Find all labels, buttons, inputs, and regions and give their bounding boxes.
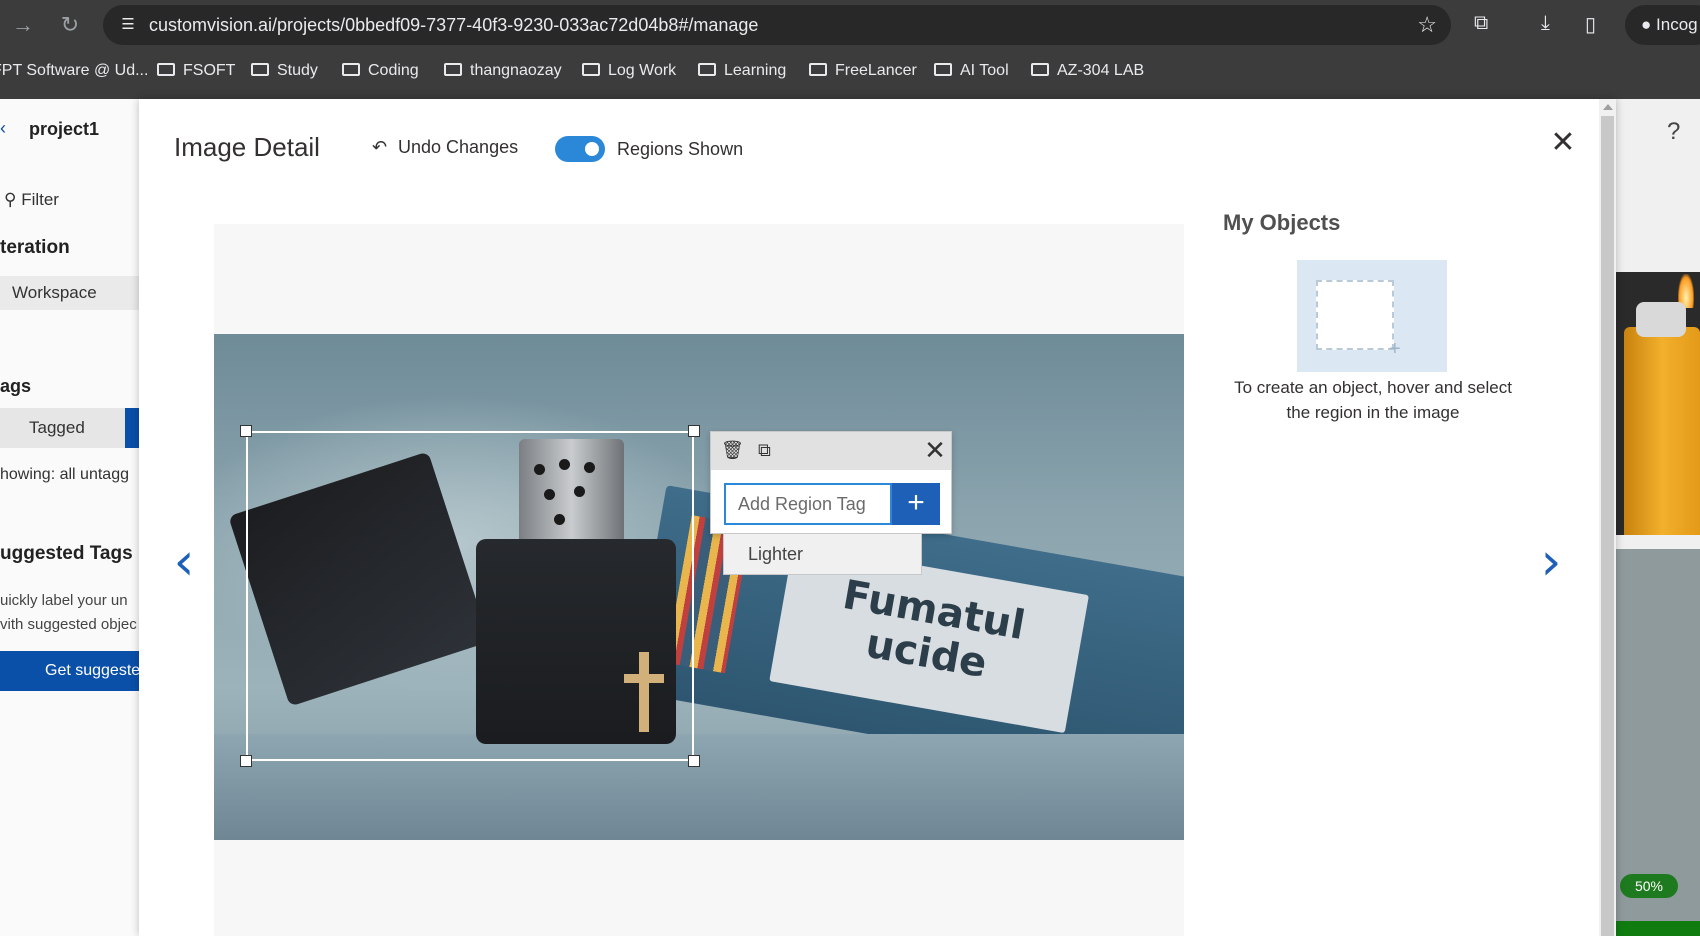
side-panel-icon[interactable]: ▯ (1585, 12, 1596, 37)
progress-strip (1616, 921, 1700, 936)
folder-icon (157, 63, 175, 76)
folder-icon (582, 63, 600, 76)
bookmark-folder[interactable]: FSOFT (157, 62, 235, 80)
bookmark-star-icon[interactable]: ☆ (1417, 12, 1437, 38)
regions-shown-toggle[interactable] (555, 136, 605, 162)
bookmark-folder[interactable]: FreeLancer (809, 62, 917, 80)
image-thumbnail[interactable] (1616, 272, 1700, 535)
regions-shown-label: Regions Shown (617, 139, 744, 159)
folder-icon (809, 63, 827, 76)
filter-icon: ⚲ (4, 190, 22, 209)
background-gallery: ? 50% (1616, 99, 1700, 936)
showing-text: howing: all untagg (0, 466, 129, 483)
browser-toolbar: → ↻ ☰ customvision.ai/projects/0bbedf09-… (0, 0, 1700, 52)
folder-icon (698, 63, 716, 76)
image-detail-modal: Image Detail ↶ Undo Changes Regions Shown… (139, 99, 1616, 936)
folder-icon (1031, 63, 1049, 76)
background-sidebar: ‹ project1 ⚲ Filter teration Workspace a… (0, 99, 139, 936)
bookmark-folder[interactable]: Study (251, 62, 318, 80)
next-image-icon[interactable]: › (1536, 536, 1566, 589)
extensions-icon[interactable]: ⧉ (1474, 12, 1488, 35)
site-info-icon[interactable]: ☰ (117, 14, 139, 36)
folder-icon (444, 63, 462, 76)
tagged-tab[interactable]: Tagged (0, 408, 125, 448)
folder-icon (934, 63, 952, 76)
undo-icon: ↶ (372, 137, 388, 157)
resize-handle[interactable] (688, 755, 700, 767)
bookmark-folder[interactable]: AZ-304 LAB (1031, 62, 1144, 80)
forward-icon[interactable]: → (8, 10, 38, 40)
get-suggested-button[interactable]: Get suggeste (0, 651, 139, 691)
modal-title: Image Detail (174, 132, 320, 162)
iteration-heading: teration (0, 237, 70, 258)
bookmark-folder[interactable]: Coding (342, 62, 419, 80)
project-name: project1 (29, 119, 100, 139)
incognito-label: Incog (1656, 15, 1698, 34)
tags-heading: ags (0, 376, 32, 396)
copy-region-icon[interactable]: ⧉ (758, 440, 780, 462)
back-arrow-icon[interactable]: ‹ (0, 118, 6, 139)
region-box[interactable] (246, 431, 694, 761)
suggested-description: vith suggested objec (0, 616, 137, 633)
confidence-badge: 50% (1620, 874, 1678, 898)
browser-chrome: → ↻ ☰ customvision.ai/projects/0bbedf09-… (0, 0, 1700, 99)
my-objects-hint: To create an object, hover and select th… (1234, 378, 1512, 422)
close-icon[interactable]: ✕ (923, 436, 947, 464)
bookmark-folder[interactable]: Log Work (582, 62, 676, 80)
popup-toolbar: 🗑 ⧉ ✕ (711, 432, 951, 470)
bookmark-folder[interactable]: thangnaozay (444, 62, 562, 80)
bookmark-folder[interactable]: Learning (698, 62, 786, 80)
untagged-tab[interactable] (125, 408, 139, 448)
my-objects-heading: My Objects (1223, 210, 1341, 235)
region-tag-input[interactable] (724, 483, 892, 525)
help-icon[interactable]: ? (1667, 118, 1680, 146)
region-tag-popup: 🗑 ⧉ ✕ + (710, 431, 952, 534)
previous-image-icon[interactable]: ‹ (169, 536, 199, 589)
resize-handle[interactable] (240, 755, 252, 767)
add-tag-button[interactable]: + (892, 483, 940, 525)
incognito-badge[interactable]: ● Incog (1625, 5, 1700, 45)
resize-handle[interactable] (240, 425, 252, 437)
download-icon[interactable]: ⤓ (1541, 12, 1550, 35)
url-text: customvision.ai/projects/0bbedf09-7377-4… (149, 15, 759, 35)
tag-suggestion-item[interactable]: Lighter (723, 533, 922, 575)
reload-icon[interactable]: ↻ (55, 10, 85, 40)
suggested-tags-heading: uggested Tags (0, 543, 133, 564)
resize-handle[interactable] (688, 425, 700, 437)
bookmark-item[interactable]: FPT Software @ Ud... (0, 62, 148, 80)
folder-icon (251, 63, 269, 76)
address-bar[interactable]: ☰ customvision.ai/projects/0bbedf09-7377… (103, 5, 1451, 45)
bookmarks-bar: FPT Software @ Ud... FSOFT Study Coding … (0, 56, 1700, 88)
workspace-item[interactable]: Workspace (0, 276, 139, 310)
modal-scrollbar[interactable] (1599, 99, 1616, 936)
close-icon[interactable]: ✕ (1548, 128, 1578, 159)
trash-icon[interactable]: 🗑 (721, 440, 744, 462)
plus-icon: + (1389, 338, 1401, 360)
incognito-icon: ● (1641, 15, 1652, 34)
filter-button[interactable]: ⚲ Filter (4, 190, 59, 210)
bookmark-folder[interactable]: AI Tool (934, 62, 1009, 80)
object-placeholder-icon: + (1297, 260, 1447, 372)
suggested-description: uickly label your un (0, 592, 128, 609)
folder-icon (342, 63, 360, 76)
undo-changes-button[interactable]: ↶ Undo Changes (372, 137, 518, 158)
